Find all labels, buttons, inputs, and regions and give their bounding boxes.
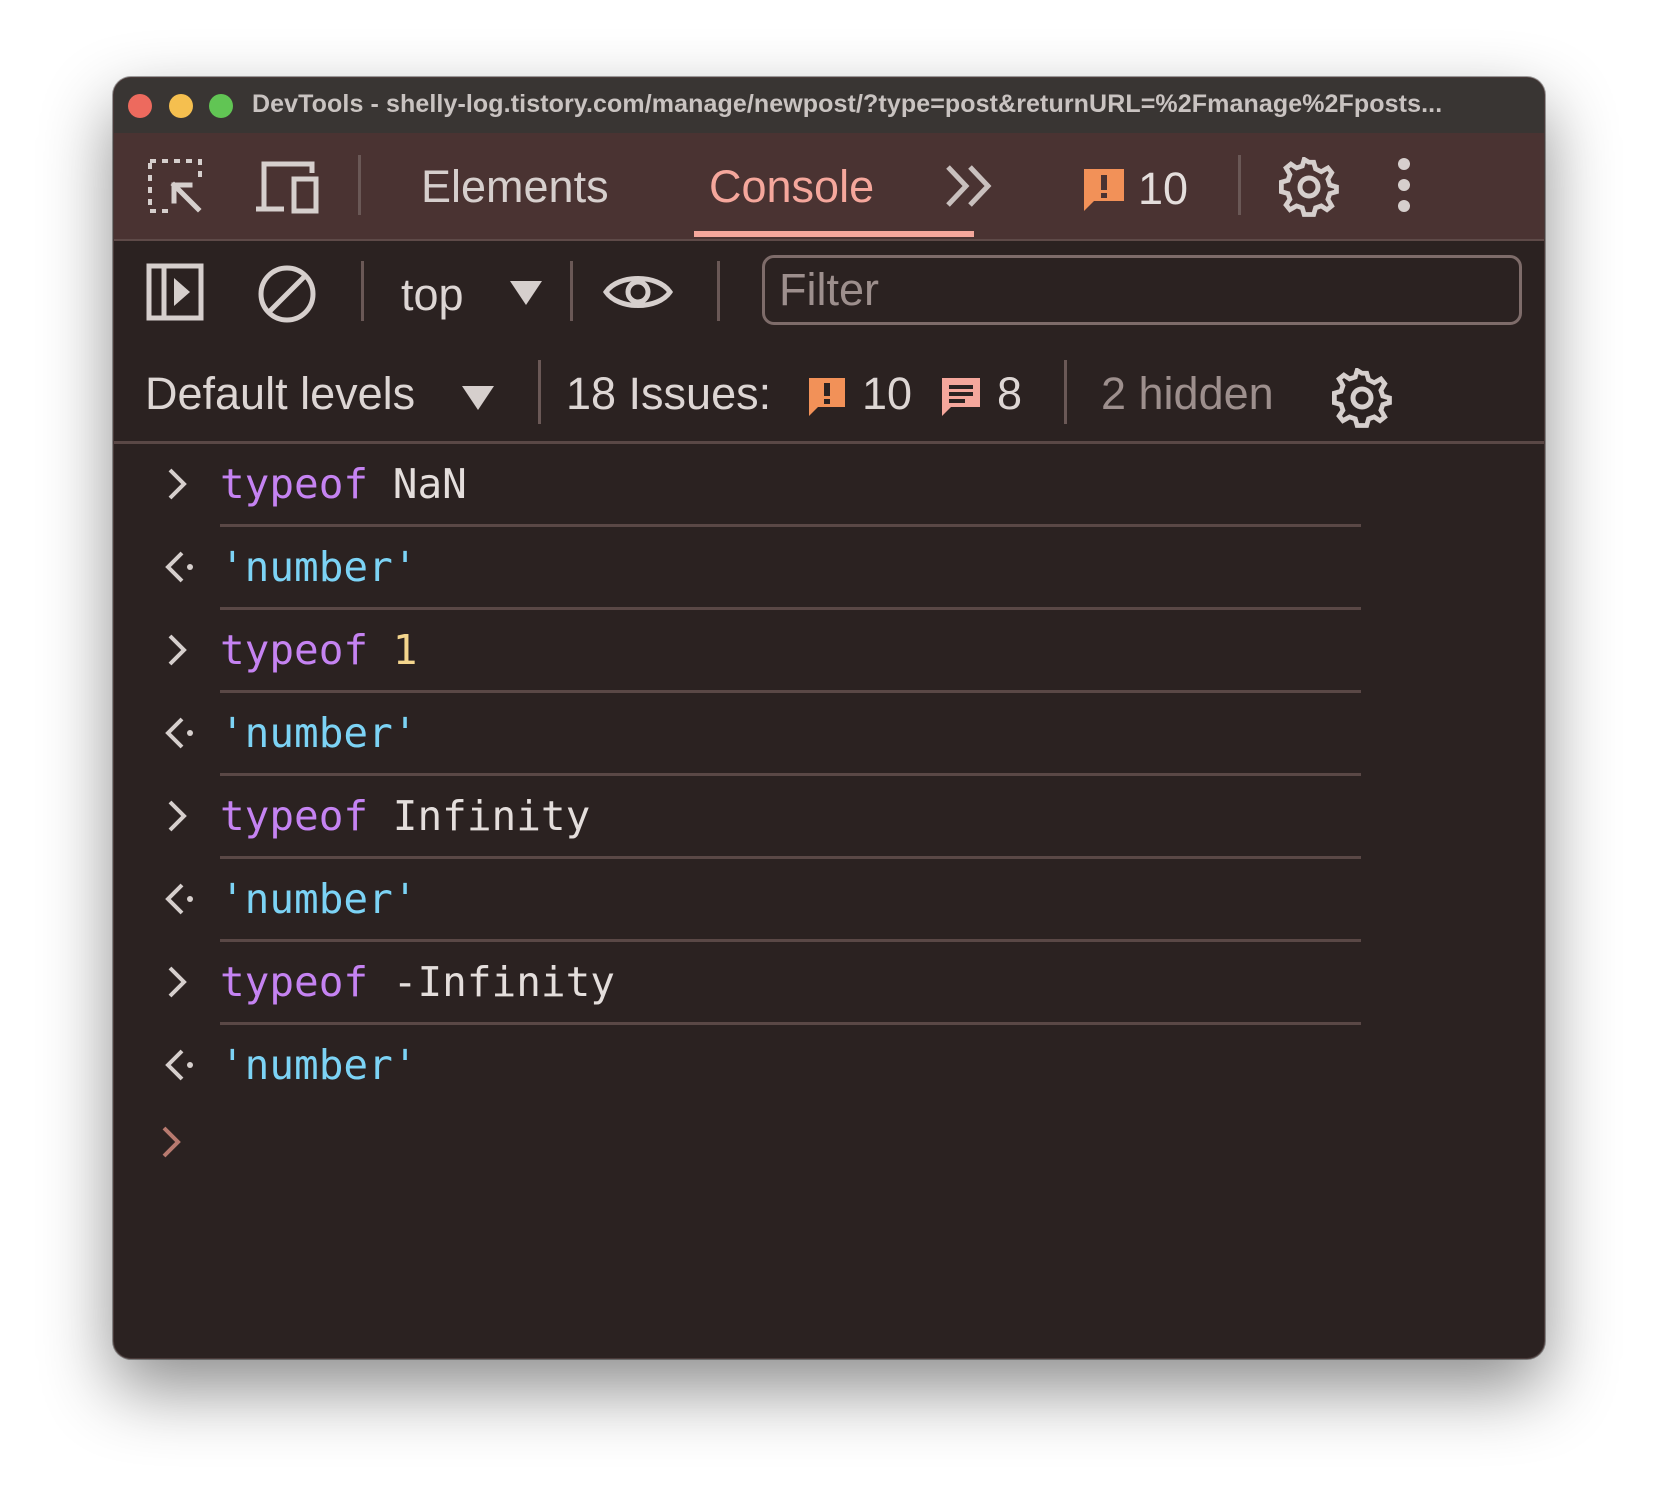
chevron-double-right-icon[interactable] <box>944 163 996 209</box>
warning-issues-icon[interactable] <box>807 376 847 418</box>
console-input-row: typeof Infinity <box>168 776 1361 859</box>
console-result-value: 'number' <box>220 875 418 923</box>
window-title: DevTools - shelly-log.tistory.com/manage… <box>252 90 1443 118</box>
close-window-button[interactable] <box>128 94 152 118</box>
result-arrow-icon <box>165 883 193 915</box>
eye-icon[interactable] <box>602 269 674 315</box>
gear-icon[interactable] <box>1332 368 1392 428</box>
keyword: typeof <box>220 958 369 1006</box>
gear-icon[interactable] <box>1279 157 1339 217</box>
toolbar-divider <box>358 155 361 215</box>
panel-tab-bar: Elements Console 10 <box>114 133 1544 241</box>
chevron-down-icon[interactable] <box>510 281 542 307</box>
active-tab-indicator <box>694 231 974 237</box>
keyword: typeof <box>220 792 369 840</box>
sidebar-toggle-icon[interactable] <box>146 263 204 321</box>
console-input-row: typeof NaN <box>168 444 1361 527</box>
filter-field[interactable] <box>762 255 1522 325</box>
console-input-row: typeof 1 <box>168 610 1361 693</box>
chevron-right-icon <box>168 634 187 666</box>
chevron-down-icon[interactable] <box>462 386 494 410</box>
warning-issues-icon[interactable] <box>1082 167 1126 213</box>
console-result-row: 'number' <box>165 527 1361 610</box>
devtools-window: DevTools - shelly-log.tistory.com/manage… <box>113 77 1545 1359</box>
operand: 1 <box>392 626 418 674</box>
hidden-issues-count: 2 hidden <box>1101 368 1274 419</box>
operand: -Infinity <box>392 958 615 1006</box>
console-result-value: 'number' <box>220 543 418 591</box>
toolbar-divider <box>538 360 541 424</box>
log-levels-dropdown[interactable]: Default levels <box>145 368 415 420</box>
toolbar-divider <box>1238 155 1241 215</box>
info-count[interactable]: 8 <box>997 368 1022 420</box>
issue-count-badge[interactable]: 10 <box>1138 163 1188 215</box>
clear-console-icon[interactable] <box>256 263 318 325</box>
console-result-value: 'number' <box>220 709 418 757</box>
console-result-row: 'number' <box>165 859 1361 942</box>
console-result-value: 'number' <box>220 1041 418 1089</box>
device-toolbar-icon[interactable] <box>254 159 320 215</box>
minimize-window-button[interactable] <box>169 94 193 118</box>
console-result-row: 'number' <box>165 693 1361 776</box>
console-toolbar: top <box>114 241 1544 348</box>
console-input-text: typeof -Infinity <box>220 958 615 1006</box>
console-output[interactable]: typeof NaN 'number' typeof 1 'number' ty… <box>114 444 1544 1358</box>
filter-input[interactable] <box>765 258 1519 322</box>
console-input-row: typeof -Infinity <box>168 942 1361 1025</box>
console-input-text: typeof 1 <box>220 626 417 674</box>
result-arrow-icon <box>165 551 193 583</box>
tab-elements[interactable]: Elements <box>421 161 609 213</box>
zoom-window-button[interactable] <box>209 94 233 118</box>
kebab-menu-icon[interactable] <box>1394 157 1414 213</box>
message-issues-icon[interactable] <box>940 376 982 418</box>
keyword: typeof <box>220 626 369 674</box>
warning-count[interactable]: 10 <box>862 368 912 420</box>
toolbar-divider <box>361 261 364 321</box>
chevron-right-icon <box>168 468 187 500</box>
toolbar-divider <box>1064 360 1067 424</box>
issues-summary[interactable]: 18 Issues: <box>566 368 771 420</box>
tab-console[interactable]: Console <box>709 161 874 213</box>
toolbar-divider <box>717 261 720 321</box>
result-arrow-icon <box>165 717 193 749</box>
console-levels-bar: Default levels 18 Issues: 10 8 2 hidden <box>114 348 1544 444</box>
toolbar-divider <box>570 261 573 321</box>
console-prompt-icon[interactable] <box>158 1124 184 1160</box>
context-selector[interactable]: top <box>401 269 464 321</box>
chevron-right-icon <box>168 966 187 998</box>
chevron-right-icon <box>168 800 187 832</box>
console-input-text: typeof Infinity <box>220 792 590 840</box>
title-bar: DevTools - shelly-log.tistory.com/manage… <box>114 78 1544 133</box>
inspect-element-icon[interactable] <box>146 157 206 217</box>
operand: Infinity <box>392 792 591 840</box>
operand: NaN <box>392 460 467 508</box>
console-result-row: 'number' <box>165 1025 1361 1105</box>
keyword: typeof <box>220 460 369 508</box>
result-arrow-icon <box>165 1049 193 1081</box>
console-input-text: typeof NaN <box>220 460 467 508</box>
